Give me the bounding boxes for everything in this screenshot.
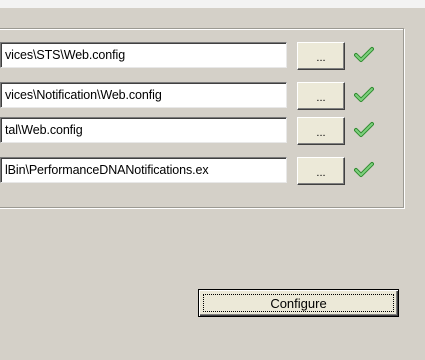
browse-button-notification[interactable]: ...: [297, 82, 345, 110]
browse-button-exe[interactable]: ...: [297, 157, 345, 185]
path-field-portal[interactable]: tal\Web.config: [0, 117, 287, 143]
browse-button-portal[interactable]: ...: [297, 117, 345, 145]
green-checkmark-icon: [354, 87, 374, 102]
green-checkmark-icon: [354, 47, 374, 62]
path-field-notification[interactable]: vices\Notification\Web.config: [0, 82, 287, 108]
path-field-sts[interactable]: vices\STS\Web.config: [0, 42, 287, 68]
configure-button-label: Configure: [203, 294, 394, 312]
green-checkmark-icon: [354, 122, 374, 137]
path-field-exe[interactable]: lBin\PerformanceDNANotifications.ex: [0, 157, 287, 183]
configure-button[interactable]: Configure: [198, 289, 399, 317]
green-checkmark-icon: [354, 162, 374, 177]
title-strip: [0, 0, 425, 8]
browse-button-sts[interactable]: ...: [297, 42, 345, 70]
